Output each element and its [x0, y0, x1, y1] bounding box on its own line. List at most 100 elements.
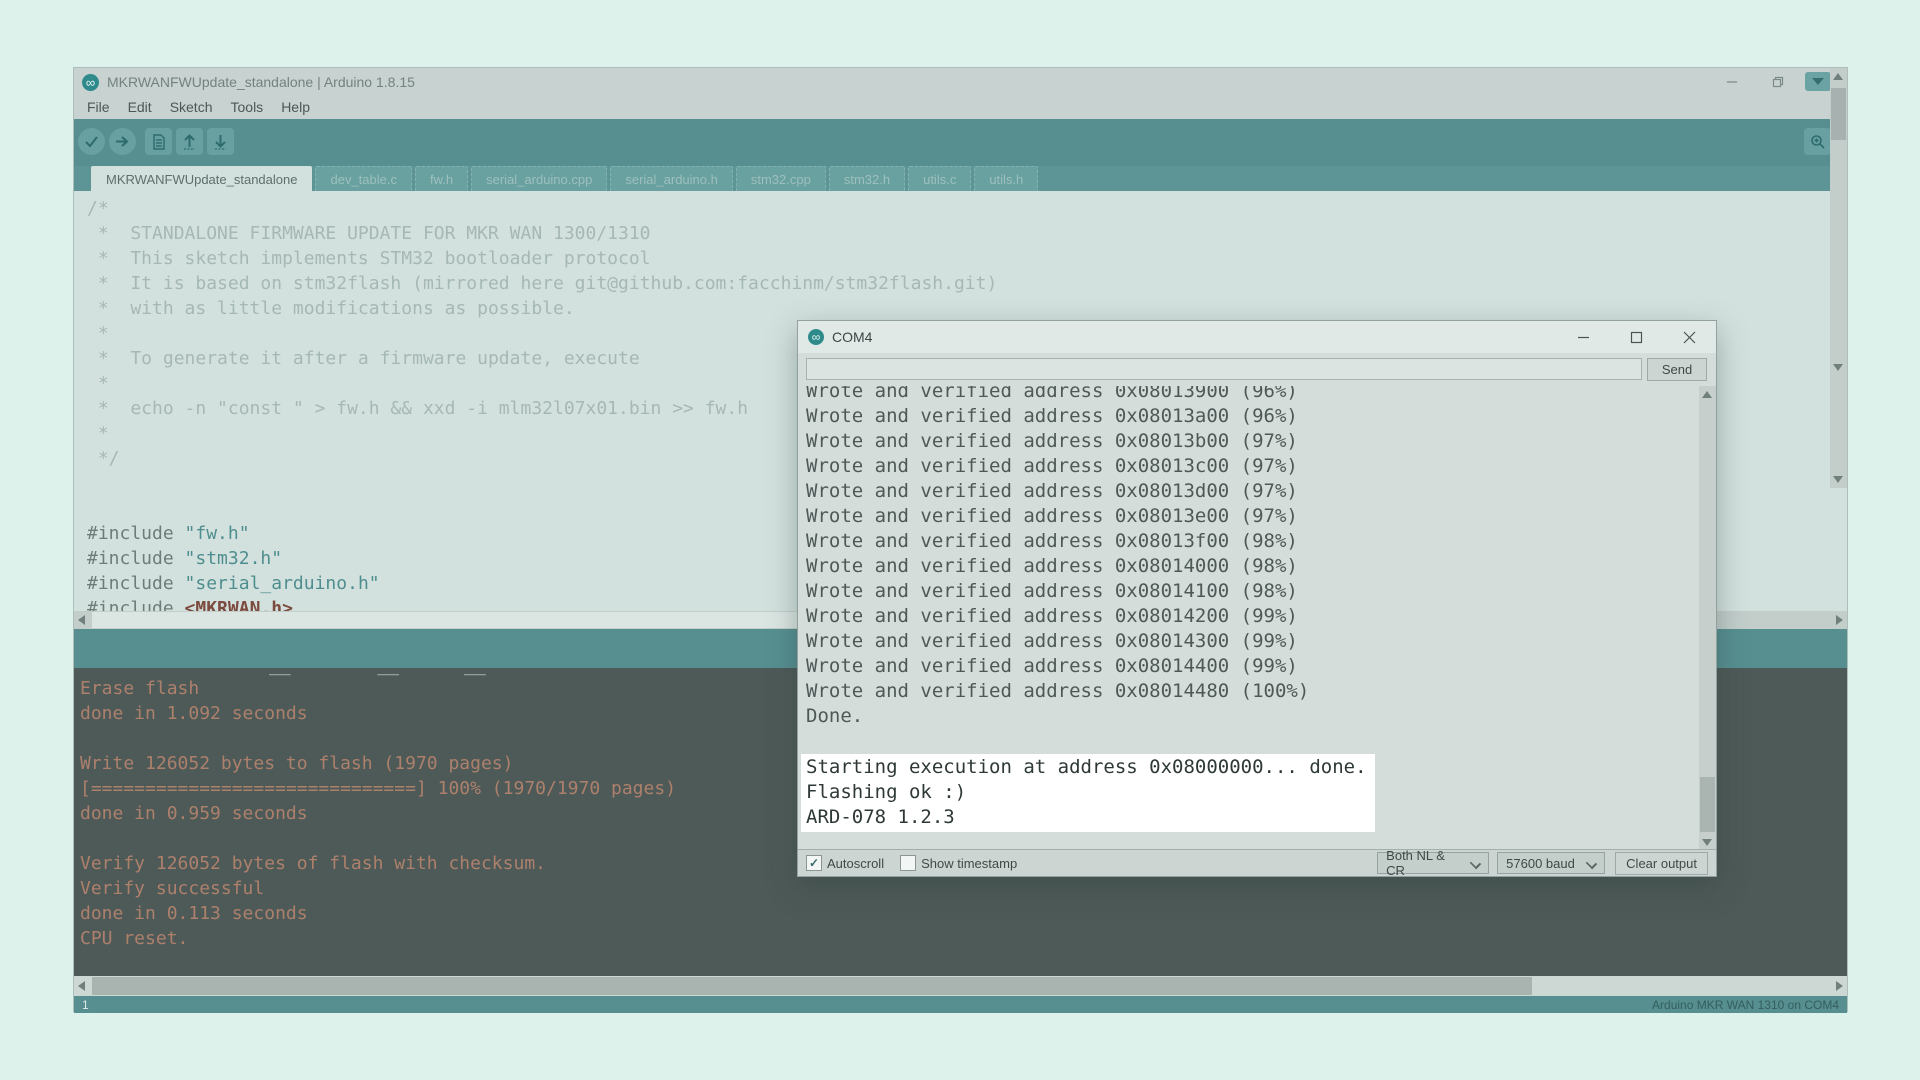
code-segment: #include — [87, 523, 185, 544]
menu-file[interactable]: File — [78, 96, 119, 119]
send-row: Send — [798, 353, 1716, 386]
console-line: CPU reset. — [80, 926, 1847, 951]
serial-line: Wrote and verified address 0x08013900 (9… — [806, 386, 1716, 404]
save-sketch-button[interactable] — [207, 128, 234, 155]
serial-line — [806, 729, 1716, 754]
tab-serial_arduino-h[interactable]: serial_arduino.h — [610, 166, 733, 191]
tab-utils-c[interactable]: utils.c — [908, 166, 971, 191]
open-sketch-button[interactable] — [176, 128, 203, 155]
menu-tools[interactable]: Tools — [222, 96, 273, 119]
console-vertical-scrollbar[interactable] — [1830, 68, 1847, 376]
minimize-button[interactable] — [1557, 321, 1610, 353]
clear-output-button[interactable]: Clear output — [1615, 852, 1708, 875]
bottom-horizontal-scrollbar[interactable] — [74, 976, 1847, 996]
code-line: * This sketch implements STM32 bootloade… — [87, 246, 997, 271]
scroll-down-icon[interactable] — [1702, 839, 1712, 846]
minimize-icon — [1577, 331, 1590, 344]
code-segment: * It is based on stm32flash (mirrored he… — [87, 273, 997, 294]
minimize-button[interactable] — [1709, 68, 1755, 96]
tab-dev_table-c[interactable]: dev_table.c — [315, 166, 412, 191]
scroll-up-icon[interactable] — [1702, 391, 1712, 398]
chevron-down-icon — [1812, 78, 1824, 85]
serial-selected-line: Flashing ok :) — [806, 780, 1367, 805]
code-segment: */ — [87, 448, 120, 469]
serial-line: Wrote and verified address 0x08013e00 (9… — [806, 504, 1716, 529]
serial-line: Wrote and verified address 0x08014400 (9… — [806, 654, 1716, 679]
autoscroll-checkbox[interactable]: ✓ — [806, 855, 822, 871]
tab-stm32-cpp[interactable]: stm32.cpp — [736, 166, 826, 191]
menubar: FileEditSketchToolsHelp — [74, 96, 1851, 119]
code-segment: * with as little modifications as possib… — [87, 298, 575, 319]
serial-monitor-button[interactable] — [1804, 128, 1831, 155]
status-line-number: 1 — [82, 998, 89, 1012]
scrollbar-thumb[interactable] — [1831, 88, 1846, 140]
serial-monitor-titlebar[interactable]: ∞ COM4 — [798, 321, 1716, 353]
line-ending-dropdown[interactable]: Both NL & CR — [1377, 852, 1489, 874]
tab-stm32-h[interactable]: stm32.h — [829, 166, 905, 191]
code-segment: * To generate it after a firmware update… — [87, 348, 640, 369]
new-sketch-button[interactable] — [145, 128, 172, 155]
code-segment: * — [87, 373, 109, 394]
code-segment: #include — [87, 548, 185, 569]
code-line: * STANDALONE FIRMWARE UPDATE FOR MKR WAN… — [87, 221, 997, 246]
serial-input[interactable] — [806, 358, 1642, 380]
show-timestamp-checkbox[interactable] — [900, 855, 916, 871]
tab-list-button[interactable] — [1805, 72, 1831, 91]
scroll-down-icon[interactable] — [1833, 476, 1843, 483]
check-icon — [84, 134, 99, 149]
code-segment: * echo -n "const " > fw.h && xxd -i mlm3… — [87, 398, 748, 419]
serial-monitor-bottombar: ✓ Autoscroll Show timestamp Both NL & CR… — [798, 849, 1716, 876]
scroll-down-icon[interactable] — [1833, 364, 1843, 371]
code-segment: /* — [87, 198, 109, 219]
scrollbar-thumb[interactable] — [1700, 777, 1715, 832]
console-line: Verify successful — [80, 876, 1847, 901]
serial-output-area[interactable]: Wrote and verified address 0x08013900 (9… — [798, 386, 1716, 851]
send-button[interactable]: Send — [1647, 358, 1707, 381]
scroll-left-icon[interactable] — [78, 615, 85, 625]
arrow-down-icon — [213, 134, 228, 150]
status-board-port: Arduino MKR WAN 1310 on COM4 — [1652, 998, 1839, 1012]
ide-titlebar[interactable]: ∞ MKRWANFWUpdate_standalone | Arduino 1.… — [74, 68, 1847, 96]
upload-button[interactable] — [109, 128, 136, 155]
code-segment: * STANDALONE FIRMWARE UPDATE FOR MKR WAN… — [87, 223, 651, 244]
close-button[interactable] — [1663, 321, 1716, 353]
autoscroll-label: Autoscroll — [827, 856, 884, 871]
menu-help[interactable]: Help — [272, 96, 319, 119]
tab-serial_arduino-cpp[interactable]: serial_arduino.cpp — [471, 166, 607, 191]
serial-selected-line: ARD-078 1.2.3 — [806, 805, 1367, 830]
code-segment: "stm32.h" — [185, 548, 283, 569]
maximize-button[interactable] — [1610, 321, 1663, 353]
scroll-up-icon[interactable] — [1833, 73, 1843, 80]
scroll-left-icon[interactable] — [78, 981, 85, 991]
serial-selection: Starting execution at address 0x08000000… — [801, 754, 1375, 832]
serial-monitor-title: COM4 — [832, 329, 872, 345]
code-line: * It is based on stm32flash (mirrored he… — [87, 271, 997, 296]
code-line: * with as little modifications as possib… — [87, 296, 997, 321]
serial-output-lines: Wrote and verified address 0x08013900 (9… — [798, 386, 1716, 832]
tab-fw-h[interactable]: fw.h — [415, 166, 468, 191]
serial-line: Wrote and verified address 0x08013a00 (9… — [806, 404, 1716, 429]
serial-monitor-window: ∞ COM4 Send Wrote and verified address 0… — [797, 320, 1717, 877]
magnifier-icon — [1810, 134, 1826, 150]
restore-icon — [1772, 76, 1784, 88]
scroll-right-icon[interactable] — [1836, 981, 1843, 991]
verify-button[interactable] — [78, 128, 105, 155]
serial-vertical-scrollbar[interactable] — [1699, 386, 1716, 851]
scrollbar-thumb[interactable] — [92, 977, 1532, 995]
code-segment: * — [87, 323, 109, 344]
tab-utils-h[interactable]: utils.h — [974, 166, 1038, 191]
tab-MKRWANFWUpdate_standalone[interactable]: MKRWANFWUpdate_standalone — [91, 166, 312, 191]
window-title: MKRWANFWUpdate_standalone | Arduino 1.8.… — [107, 74, 415, 90]
console-line: done in 0.113 seconds — [80, 901, 1847, 926]
scroll-right-icon[interactable] — [1836, 615, 1843, 625]
arrow-up-icon — [182, 134, 197, 150]
serial-line: Wrote and verified address 0x08014000 (9… — [806, 554, 1716, 579]
serial-line: Wrote and verified address 0x08013b00 (9… — [806, 429, 1716, 454]
statusbar: 1 Arduino MKR WAN 1310 on COM4 — [74, 996, 1847, 1013]
menu-edit[interactable]: Edit — [119, 96, 161, 119]
menu-sketch[interactable]: Sketch — [161, 96, 222, 119]
serial-line: Done. — [806, 704, 1716, 729]
toolbar — [74, 119, 1847, 166]
restore-button[interactable] — [1755, 68, 1801, 96]
baud-rate-dropdown[interactable]: 57600 baud — [1497, 852, 1605, 874]
